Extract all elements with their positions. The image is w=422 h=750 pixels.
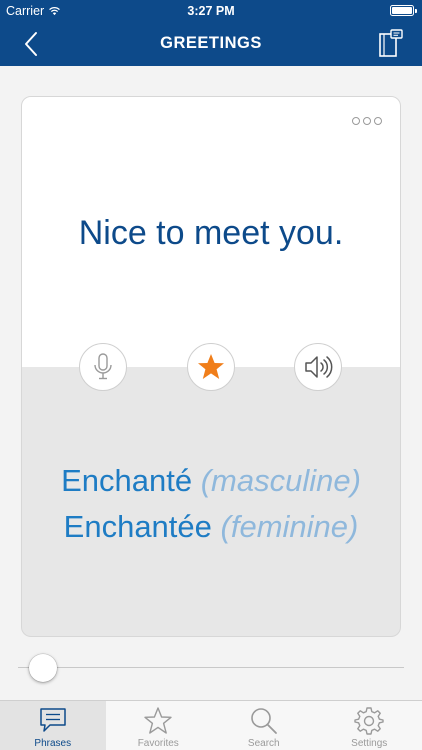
phrase-slider-track[interactable] — [18, 667, 404, 668]
tab-label: Search — [247, 738, 280, 749]
translation-note: (feminine) — [220, 509, 359, 544]
phrase-panel: Nice to meet you. — [22, 97, 400, 367]
tab-label: Phrases — [34, 738, 72, 749]
star-outline-icon — [144, 707, 172, 734]
translation-feminine: Enchantée (feminine) — [22, 509, 400, 545]
tab-label: Settings — [351, 738, 388, 749]
speaker-icon — [305, 356, 333, 378]
gear-icon — [354, 707, 384, 735]
translation-note: (masculine) — [200, 463, 361, 498]
battery-icon — [390, 5, 417, 16]
chat-bubble-icon — [40, 708, 66, 732]
tab-label: Favorites — [137, 738, 179, 749]
microphone-icon — [94, 353, 112, 380]
tab-settings[interactable]: Settings — [317, 701, 422, 750]
translation-word: Enchanté — [61, 463, 193, 498]
translation-masculine: Enchanté (masculine) — [22, 463, 400, 499]
status-bar: Carrier 3:27 PM — [0, 0, 422, 22]
status-time: 3:27 PM — [187, 4, 235, 18]
magnifier-icon — [250, 708, 277, 734]
chevron-left-icon[interactable] — [18, 30, 46, 58]
phrasebook-icon[interactable] — [376, 28, 406, 60]
favorite-button[interactable] — [187, 343, 235, 391]
tab-favorites[interactable]: Favorites — [106, 701, 212, 750]
speaker-button[interactable] — [294, 343, 342, 391]
top-bar: Carrier 3:27 PM GREETINGS — [0, 0, 422, 66]
phrase-card: Nice to meet you. Enchanté (masculine) E… — [21, 96, 401, 637]
star-icon — [198, 354, 224, 379]
phrase-text: Nice to meet you. — [78, 214, 344, 252]
translation-word: Enchantée — [63, 509, 212, 544]
tab-bar: Phrases Favorites Search Settings — [0, 700, 422, 750]
microphone-button[interactable] — [79, 343, 127, 391]
tab-search[interactable]: Search — [211, 701, 317, 750]
tab-phrases[interactable]: Phrases — [0, 701, 106, 750]
more-options-icon[interactable] — [352, 117, 382, 125]
phrase-slider-thumb[interactable] — [29, 654, 57, 682]
page-title: GREETINGS — [160, 34, 262, 52]
